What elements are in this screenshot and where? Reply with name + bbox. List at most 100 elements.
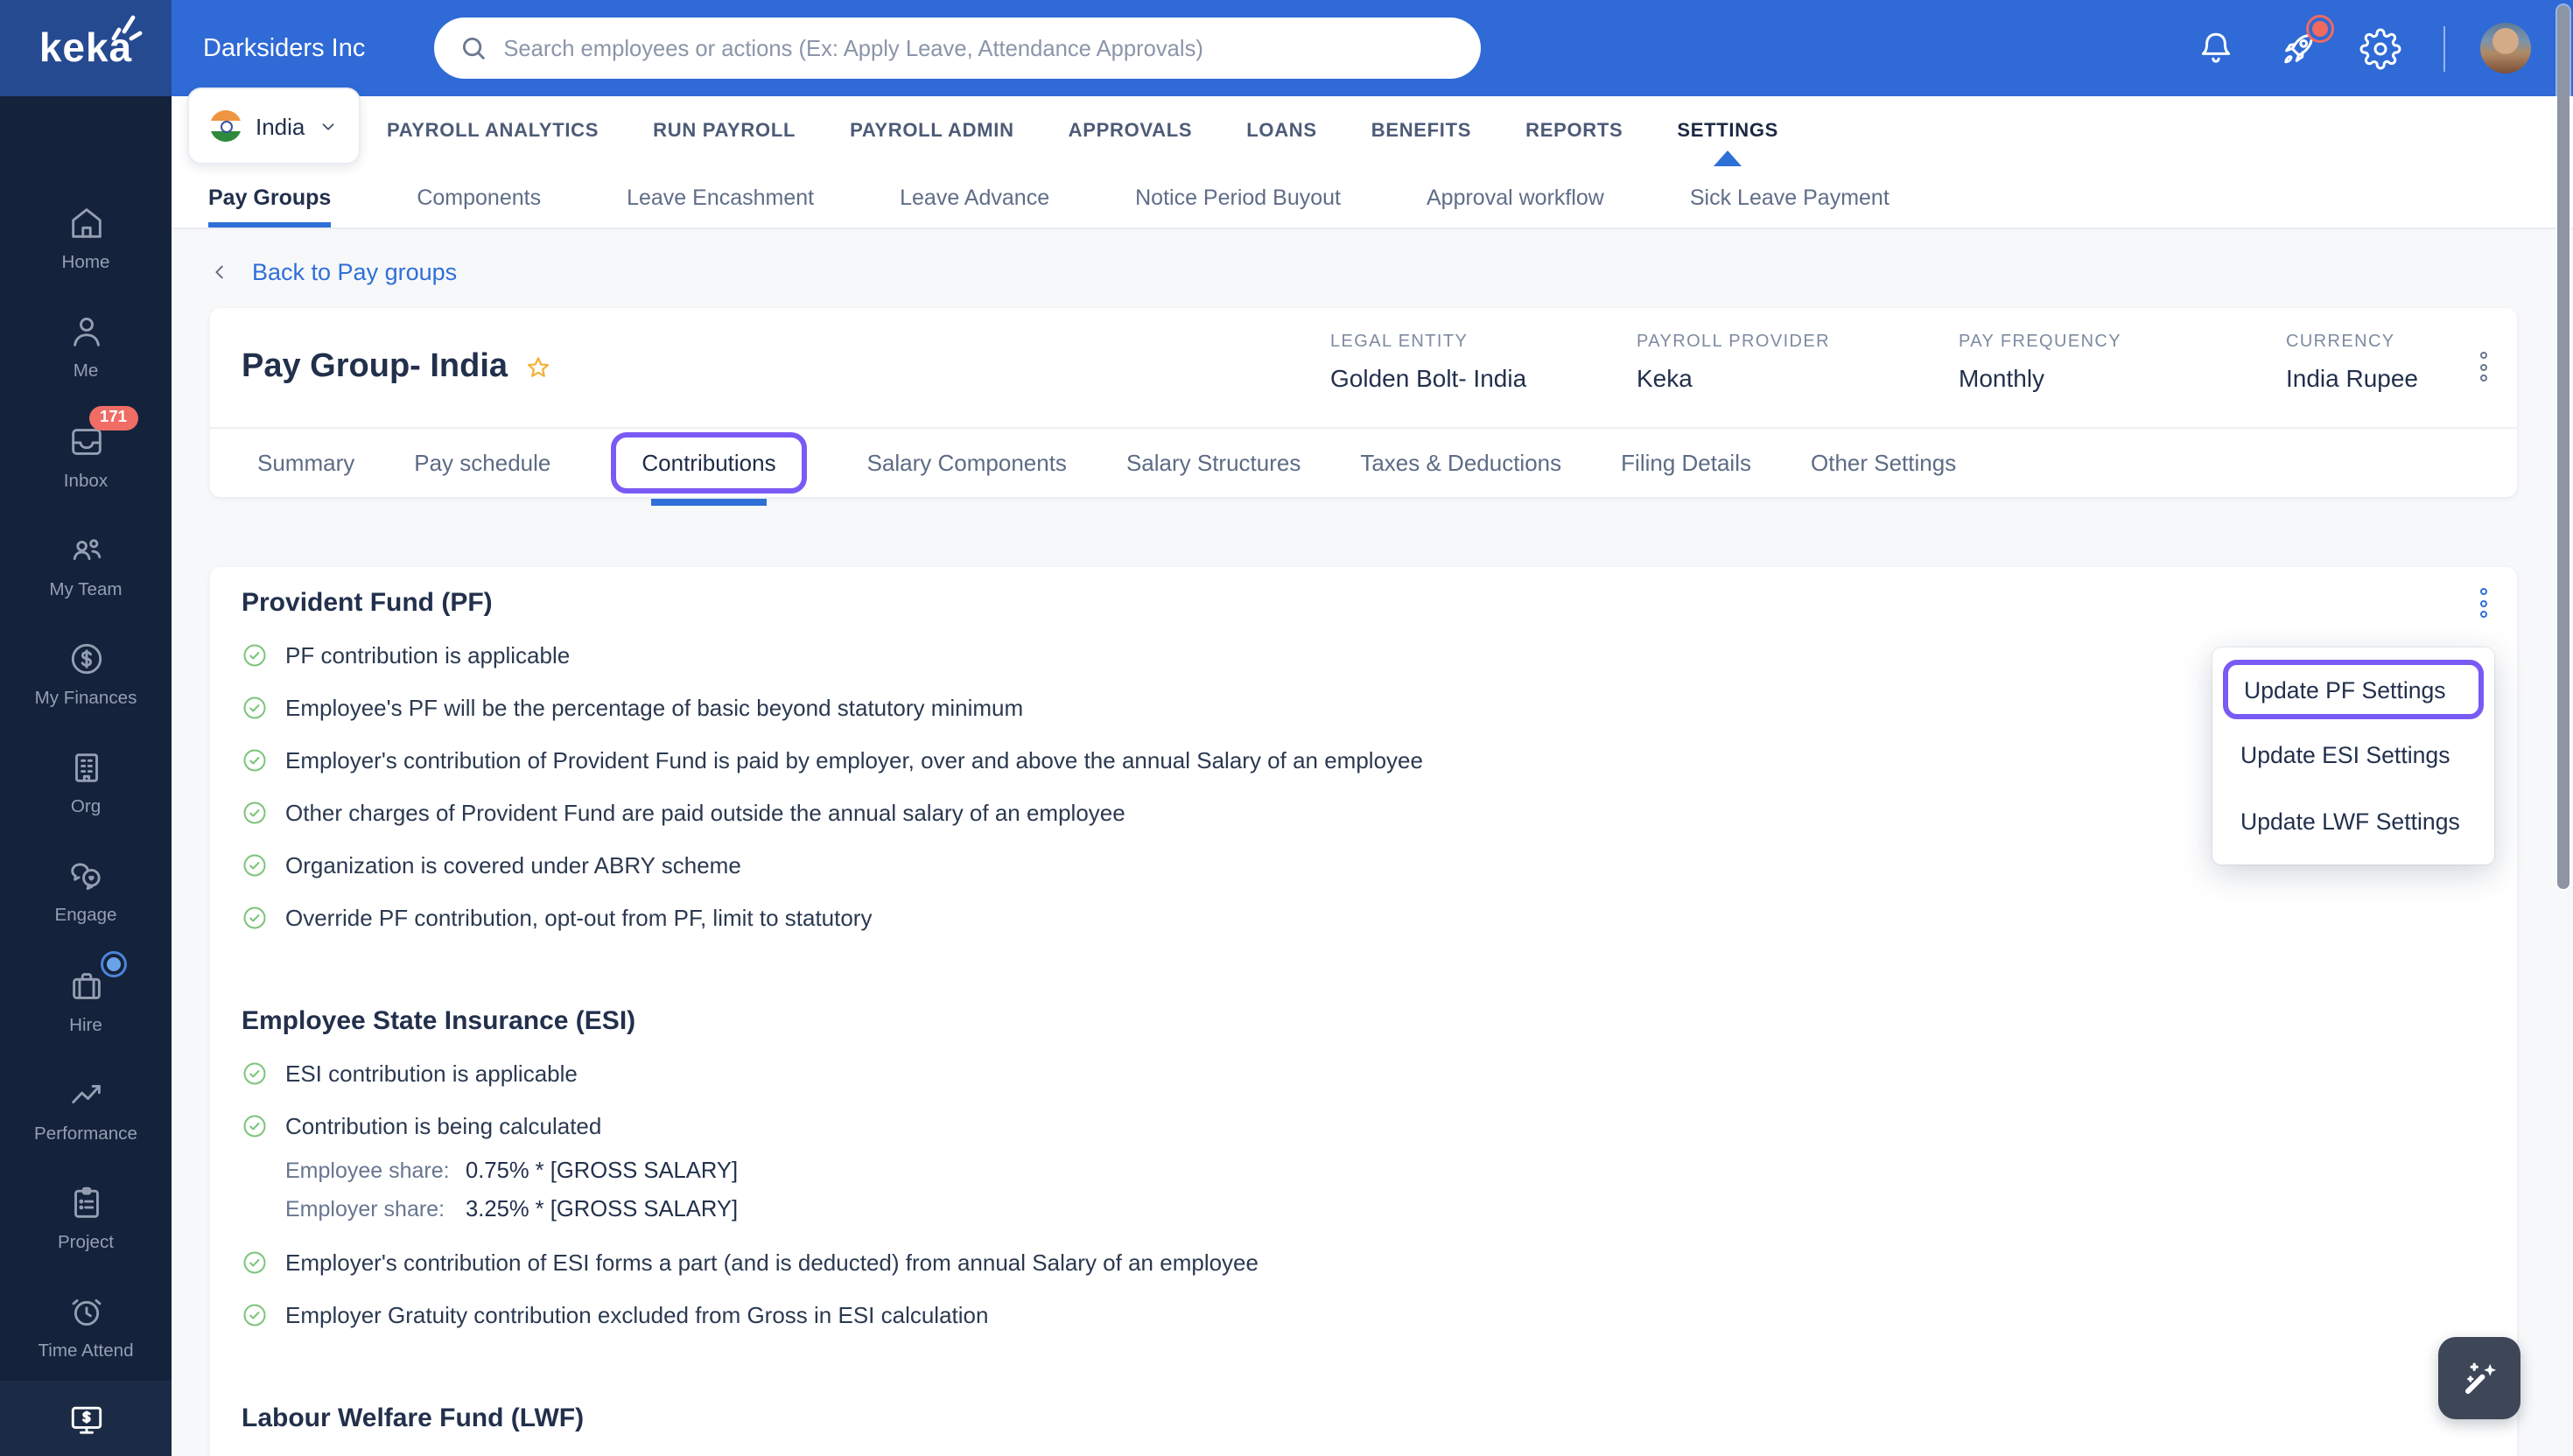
person-icon — [73, 318, 99, 347]
keka-app: keka Darksiders Inc Search employees or … — [0, 0, 2573, 1456]
notifications-button[interactable] — [2194, 27, 2236, 69]
pf-section-title: Provident Fund (PF) — [242, 588, 493, 618]
tab-other-settings[interactable]: Other Settings — [1811, 450, 1956, 476]
nav-benefits[interactable]: BENEFITS — [1371, 96, 1471, 166]
tab-filing-details[interactable]: Filing Details — [1621, 450, 1751, 476]
sidebar-item-my-finances[interactable]: My Finances — [0, 620, 172, 728]
contributions-card: Provident Fund (PF) PF contribution is a… — [210, 567, 2517, 1456]
tab-salary-components[interactable]: Salary Components — [867, 450, 1067, 476]
annotation-highlight-box: Contributions — [610, 432, 808, 494]
user-avatar[interactable] — [2480, 23, 2531, 74]
sidebar-item-org[interactable]: Org — [0, 728, 172, 836]
nav-loans[interactable]: LOANS — [1246, 96, 1317, 166]
home-icon — [71, 208, 101, 238]
menu-update-pf-settings[interactable]: Update PF Settings — [2228, 665, 2478, 714]
sidebar-item-payroll[interactable] — [0, 1381, 172, 1456]
employer-share-row: Employer share: 3.25% * [GROSS SALARY] — [285, 1195, 739, 1222]
esi-item: Employer Gratuity contribution excluded … — [242, 1298, 2485, 1330]
subnav-leave-advance[interactable]: Leave Advance — [900, 166, 1049, 228]
star-icon[interactable] — [523, 353, 553, 382]
clipboard-icon — [74, 1186, 98, 1218]
settings-button[interactable] — [2359, 27, 2401, 69]
sidebar: Home Me 171 Inbox My Team My Finances Or… — [0, 96, 172, 1456]
logo-spark-icon — [111, 15, 143, 41]
check-circle-icon — [243, 1114, 266, 1137]
nav-run-payroll[interactable]: RUN PAYROLL — [653, 96, 796, 166]
hire-dot-badge — [106, 956, 120, 971]
search-input[interactable] — [503, 35, 1456, 61]
nav-items: PAYROLL ANALYTICS RUN PAYROLL PAYROLL AD… — [387, 96, 1778, 166]
sidebar-item-time-attend[interactable]: Time Attend — [0, 1272, 172, 1381]
sidebar-label: Project — [57, 1234, 115, 1254]
alarm-clock-icon — [71, 1299, 101, 1326]
sidebar-label: Inbox — [63, 472, 109, 492]
back-to-pay-groups-link[interactable]: Back to Pay groups — [210, 259, 457, 285]
sidebar-item-home[interactable]: Home — [0, 184, 172, 292]
chevron-down-icon — [322, 122, 334, 130]
nav-approvals[interactable]: APPROVALS — [1069, 96, 1193, 166]
paygroup-kebab-menu[interactable] — [2475, 346, 2492, 387]
whats-new-button[interactable] — [2276, 20, 2327, 69]
contributions-context-menu: Update PF Settings Update ESI Settings U… — [2212, 648, 2494, 864]
paygroup-tabs: Summary Pay schedule Contributions Salar… — [210, 427, 2517, 497]
settings-subnav: Pay Groups Components Leave Encashment L… — [172, 166, 2573, 229]
nav-payroll-analytics[interactable]: PAYROLL ANALYTICS — [387, 96, 599, 166]
tab-taxes-deductions[interactable]: Taxes & Deductions — [1360, 450, 1561, 476]
subnav-approval-workflow[interactable]: Approval workflow — [1427, 166, 1604, 228]
india-flag-icon — [210, 110, 242, 142]
sidebar-label: Time Attend — [38, 1342, 134, 1362]
paygroup-title: Pay Group- India — [242, 348, 553, 387]
sidebar-item-my-team[interactable]: My Team — [0, 510, 172, 619]
sidebar-item-me[interactable]: Me — [0, 292, 172, 401]
pf-item: Employer's contribution of Provident Fun… — [242, 744, 2485, 775]
meta-pay-frequency: PAY FREQUENCY Monthly — [1959, 332, 2122, 392]
global-search[interactable] — [433, 18, 1481, 79]
topbar-icons — [2154, 20, 2531, 74]
subnav-pay-groups[interactable]: Pay Groups — [208, 166, 332, 228]
scrollbar-thumb[interactable] — [2557, 5, 2569, 889]
company-name: Darksiders Inc — [203, 34, 366, 62]
paygroup-header-card: Pay Group- India LEGAL ENTITY Golden Bol… — [210, 308, 2517, 497]
employee-share-row: Employee share: 0.75% * [GROSS SALARY] — [285, 1157, 739, 1183]
nav-payroll-admin[interactable]: PAYROLL ADMIN — [850, 96, 1014, 166]
assistant-wand-button[interactable] — [2438, 1337, 2520, 1419]
contributions-kebab-menu[interactable] — [2475, 583, 2492, 623]
subnav-notice-period-buyout[interactable]: Notice Period Buyout — [1135, 166, 1341, 228]
sidebar-label: Home — [61, 254, 110, 274]
search-icon — [462, 37, 485, 60]
sidebar-item-inbox[interactable]: 171 Inbox — [0, 402, 172, 510]
team-icon — [72, 538, 101, 560]
sidebar-item-performance[interactable]: Performance — [0, 1055, 172, 1164]
back-link-label: Back to Pay groups — [252, 259, 458, 285]
check-circle-icon — [243, 801, 266, 823]
nav-reports[interactable]: REPORTS — [1525, 96, 1623, 166]
nav-settings[interactable]: SETTINGS — [1677, 96, 1778, 166]
trend-up-icon — [71, 1084, 100, 1103]
topbar-divider — [2443, 25, 2445, 71]
tab-contributions[interactable]: Contributions — [641, 450, 775, 476]
esi-shares: Employee share: 0.75% * [GROSS SALARY] E… — [285, 1157, 2485, 1222]
subnav-components[interactable]: Components — [417, 166, 541, 228]
menu-update-lwf-settings[interactable]: Update LWF Settings — [2212, 788, 2494, 854]
meta-legal-entity: LEGAL ENTITY Golden Bolt- India — [1330, 332, 1527, 392]
keka-logo[interactable]: keka — [0, 0, 172, 96]
sidebar-label: My Finances — [34, 689, 137, 709]
briefcase-icon — [72, 972, 100, 999]
tab-pay-schedule[interactable]: Pay schedule — [414, 450, 550, 476]
esi-section-title: Employee State Insurance (ESI) — [242, 1006, 636, 1036]
tab-summary[interactable]: Summary — [257, 450, 354, 476]
tab-salary-structures[interactable]: Salary Structures — [1126, 450, 1301, 476]
annotation-highlight-box: Update PF Settings — [2223, 660, 2484, 719]
meta-currency: CURRENCY India Rupee — [2286, 332, 2419, 392]
sidebar-item-project[interactable]: Project — [0, 1164, 172, 1272]
topbar: keka Darksiders Inc — [0, 0, 2573, 96]
country-selector[interactable]: India — [187, 88, 361, 164]
screen: keka Darksiders Inc Search employees or … — [0, 0, 2573, 1456]
sidebar-item-hire[interactable]: Hire — [0, 946, 172, 1054]
subnav-sick-leave-payment[interactable]: Sick Leave Payment — [1690, 166, 1889, 228]
subnav-leave-encashment[interactable]: Leave Encashment — [627, 166, 814, 228]
menu-update-esi-settings[interactable]: Update ESI Settings — [2212, 721, 2494, 788]
inbox-badge: 171 — [88, 405, 139, 430]
sidebar-item-engage[interactable]: Engage — [0, 837, 172, 946]
check-circle-icon — [243, 1303, 266, 1326]
